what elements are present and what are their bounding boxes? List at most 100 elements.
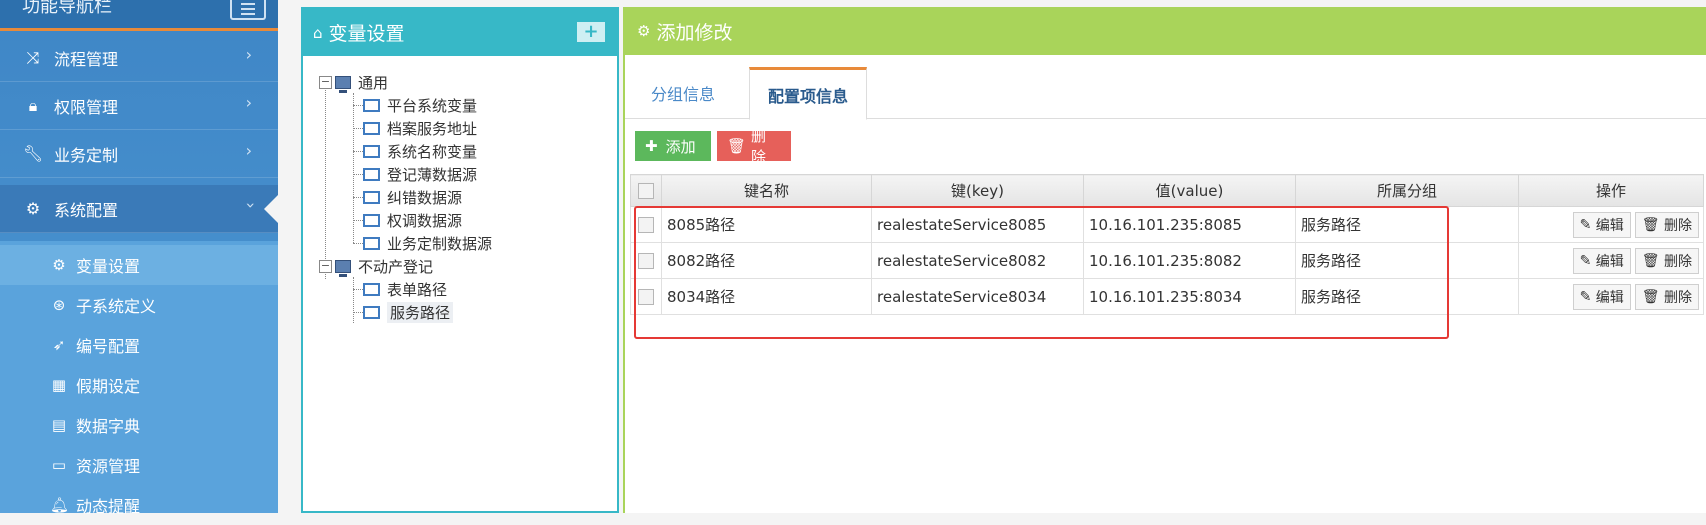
col-header-group[interactable]: 所属分组: [1295, 174, 1519, 207]
sub-item-holidays[interactable]: ▦ 假期设定: [0, 365, 278, 405]
sub-item-resources[interactable]: ▭ 资源管理: [0, 445, 278, 485]
computer-icon: [335, 75, 351, 93]
document-icon: [363, 98, 380, 112]
tree-item-label: 权调数据源: [387, 211, 463, 230]
tree-group-general[interactable]: − 通用: [319, 71, 388, 93]
row-delete-button[interactable]: 🗑︎ 删除: [1634, 211, 1699, 238]
document-icon: [363, 121, 380, 135]
globe-icon: ⊛: [52, 296, 66, 314]
delete-label: 删除: [1664, 289, 1692, 306]
lock-icon: 🔒︎: [28, 95, 38, 115]
nav-title: 功能导航栏: [22, 0, 112, 17]
panel-title: 添加修改: [656, 21, 733, 44]
add-group-button[interactable]: +: [577, 22, 605, 42]
chevron-right-icon: ›: [245, 93, 252, 112]
document-icon: [363, 213, 380, 227]
menu-item-label: 业务定制: [54, 145, 119, 165]
sidebar: 功能导航栏 ⤨ 流程管理 › 🔒︎ 权限管理 › 🔧︎ 业务定制 › ⚙ 系统配…: [0, 0, 278, 516]
edit-button[interactable]: ✎ 编辑: [1572, 211, 1631, 238]
cell-actions: ✎ 编辑 🗑︎ 删除: [1518, 242, 1704, 279]
table-header-row: 键名称 键(key) 值(value) 所属分组 操作: [630, 174, 1704, 207]
menu-item-label: 系统配置: [54, 200, 119, 220]
tab-bar: 分组信息 配置项信息: [625, 67, 1706, 120]
document-icon: [363, 236, 380, 250]
cell-actions: ✎ 编辑 🗑︎ 删除: [1518, 206, 1704, 243]
collapse-icon[interactable]: −: [319, 75, 332, 89]
select-all-checkbox[interactable]: [630, 174, 662, 207]
cell-actions: ✎ 编辑 🗑︎ 删除: [1518, 278, 1704, 315]
document-icon: [363, 167, 380, 181]
sub-item-label: 变量设置: [76, 257, 141, 276]
tree-item[interactable]: 平台系统变量: [363, 94, 477, 116]
menu-item-permissions[interactable]: 🔒︎ 权限管理 ›: [0, 82, 278, 130]
col-header-key[interactable]: 键(key): [871, 174, 1084, 207]
edit-button[interactable]: ✎ 编辑: [1572, 247, 1631, 274]
edit-label: 编辑: [1595, 217, 1624, 234]
delete-label: 删除: [1664, 217, 1692, 234]
tree-item[interactable]: 系统名称变量: [363, 140, 477, 162]
gear-icon: ⚙: [52, 256, 66, 274]
chevron-down-icon: ›: [241, 202, 261, 209]
calendar-icon: ▦: [51, 376, 67, 394]
trash-icon: 🗑︎: [1641, 288, 1660, 305]
panel-header: ⚙ 添加修改: [625, 7, 1706, 55]
menu-toggle-icon[interactable]: [230, 0, 266, 20]
collapse-icon[interactable]: −: [319, 259, 332, 273]
row-delete-button[interactable]: 🗑︎ 删除: [1634, 247, 1699, 274]
row-delete-button[interactable]: 🗑︎ 删除: [1634, 283, 1699, 310]
shuffle-icon: ⤨: [26, 47, 40, 67]
delete-button-label: 删除: [751, 127, 767, 166]
highlight-box: [634, 206, 1449, 339]
tree-item[interactable]: 业务定制数据源: [363, 232, 492, 254]
sub-item-variables[interactable]: ⚙ 变量设置: [0, 245, 278, 285]
trash-icon: 🗑︎: [1641, 252, 1660, 269]
sub-item-label: 编号配置: [76, 337, 141, 356]
edit-button[interactable]: ✎ 编辑: [1572, 283, 1631, 310]
sub-item-numbering[interactable]: ➶ 编号配置: [0, 325, 278, 365]
edit-panel: ⚙ 添加修改 分组信息 配置项信息 ✚ 添加 🗑︎ 删除 键名称 键(key) …: [623, 7, 1706, 513]
tree-item-label: 系统名称变量: [387, 142, 478, 161]
tree-item[interactable]: 档案服务地址: [363, 117, 477, 139]
tab-config-items[interactable]: 配置项信息: [749, 67, 868, 120]
tree-item-label: 纠错数据源: [387, 188, 463, 207]
submenu: ⚙ 变量设置 ⊛ 子系统定义 ➶ 编号配置 ▦ 假期设定 ▤ 数据字典 ▭ 资源…: [0, 241, 278, 516]
document-icon: [363, 282, 380, 296]
document-icon: [363, 190, 380, 204]
panel-title: 变量设置: [328, 23, 405, 45]
add-button-label: 添加: [665, 137, 696, 156]
tab-group-info[interactable]: 分组信息: [633, 67, 733, 119]
rocket-icon: ➶: [52, 336, 66, 354]
menu-item-workflow[interactable]: ⤨ 流程管理 ›: [0, 34, 278, 82]
bell-icon: 🔔︎: [50, 496, 70, 514]
tree-group-label: 通用: [358, 73, 389, 92]
chevron-right-icon: ›: [245, 45, 252, 64]
tree-item-label: 表单路径: [387, 280, 448, 299]
sub-item-label: 资源管理: [76, 457, 141, 476]
tree-group-real-estate[interactable]: − 不动产登记: [319, 255, 433, 277]
col-header-value[interactable]: 值(value): [1083, 174, 1296, 207]
sub-item-dictionary[interactable]: ▤ 数据字典: [0, 405, 278, 445]
add-button[interactable]: ✚ 添加: [635, 131, 711, 161]
col-header-actions: 操作: [1518, 174, 1704, 207]
gears-icon: ⚙: [637, 22, 651, 40]
col-header-name[interactable]: 键名称: [661, 174, 872, 207]
sub-item-label: 动态提醒: [76, 497, 141, 516]
menu-item-business[interactable]: 🔧︎ 业务定制 ›: [0, 130, 278, 178]
tree-item[interactable]: 表单路径: [363, 278, 447, 300]
trash-icon: 🗑︎: [727, 137, 747, 155]
tree-item-selected[interactable]: 服务路径: [363, 301, 454, 323]
tree-item[interactable]: 权调数据源: [363, 209, 462, 231]
folder-icon: ▭: [51, 456, 67, 474]
sub-item-label: 假期设定: [76, 377, 141, 396]
tree-item-label: 服务路径: [387, 301, 454, 323]
book-icon: ▤: [51, 416, 67, 434]
tree-item[interactable]: 纠错数据源: [363, 186, 462, 208]
sub-item-subsystems[interactable]: ⊛ 子系统定义: [0, 285, 278, 325]
home-icon: ⌂: [313, 23, 323, 42]
sub-item-reminders[interactable]: 🔔︎ 动态提醒: [0, 485, 278, 525]
menu-item-system-config[interactable]: ⚙ 系统配置 ›: [0, 185, 278, 233]
delete-button[interactable]: 🗑︎ 删除: [717, 127, 791, 166]
tree-item[interactable]: 登记薄数据源: [363, 163, 477, 185]
variable-tree-panel: ⌂ 变量设置 + − 通用 平台系统变量 档案服务地址 系统名称变量 登记薄数据…: [301, 7, 619, 513]
menu-item-label: 权限管理: [54, 97, 119, 117]
